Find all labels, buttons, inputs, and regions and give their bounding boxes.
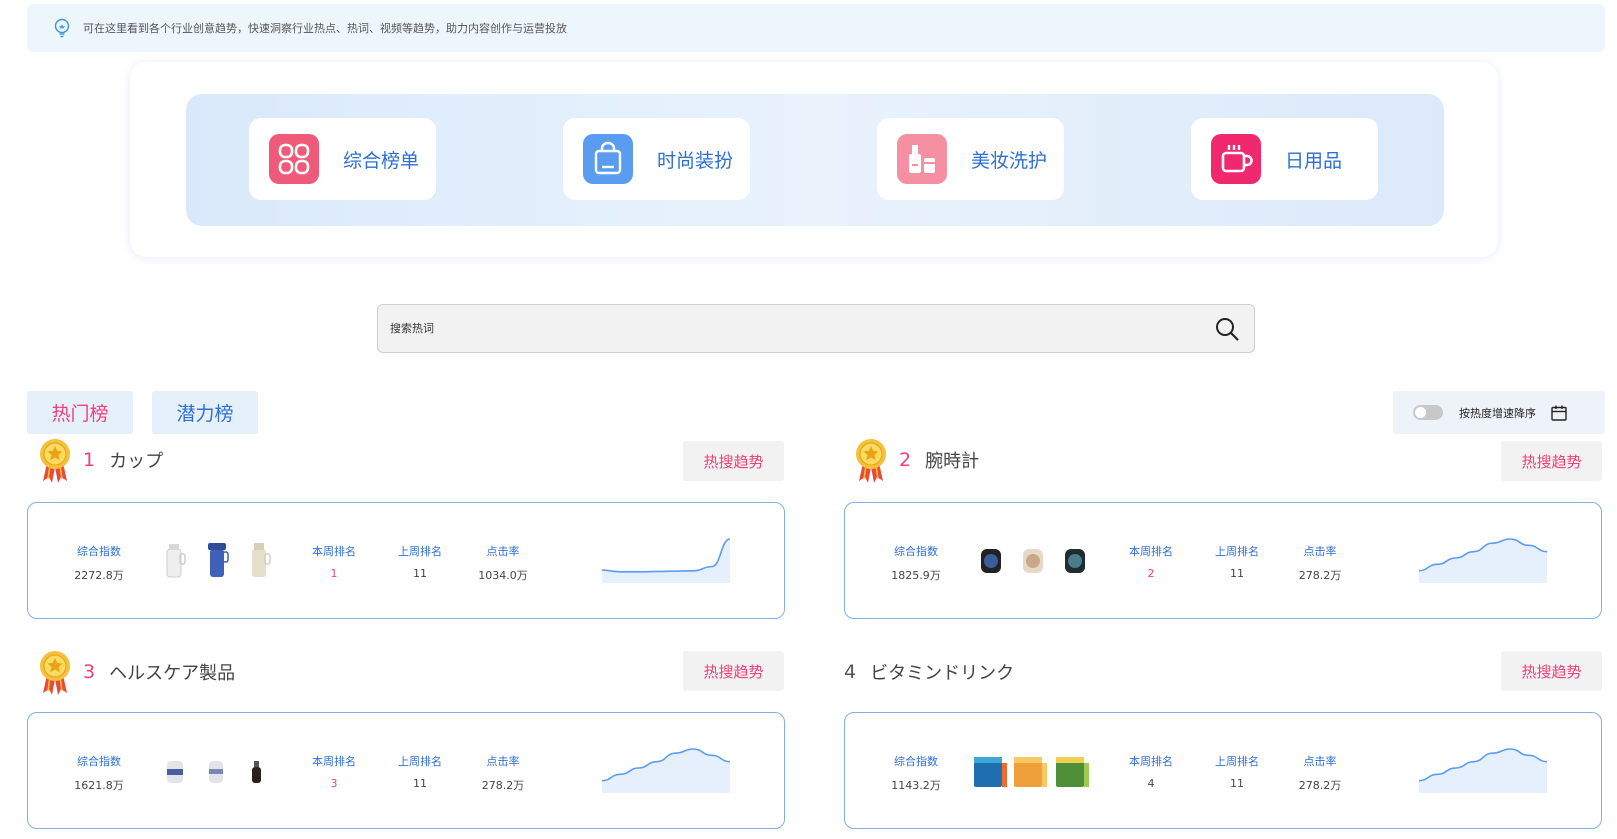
trend-sparkline [1418, 538, 1548, 583]
rank-number: 1 [83, 449, 96, 471]
trend-button[interactable]: 热搜趋势 [1501, 651, 1602, 691]
search-bar [377, 304, 1255, 353]
keyword[interactable]: ヘルスケア製品 [109, 659, 235, 685]
trend-button[interactable]: 热搜趋势 [683, 441, 784, 481]
trend-button[interactable]: 热搜趋势 [1501, 441, 1602, 481]
rank-item-header: 3 ヘルスケア製品 [37, 649, 235, 695]
cosmetics-icon [897, 134, 947, 184]
stat-last-week: 上周排名 11 [1215, 545, 1259, 580]
product-thumbnails [163, 749, 283, 793]
stat-last-week: 上周排名 11 [398, 755, 442, 790]
stat-last-week: 上周排名 11 [1215, 755, 1259, 790]
stat-this-week: 本周排名 4 [1129, 755, 1173, 790]
category-label: 综合榜单 [343, 149, 420, 172]
rank-number: 3 [83, 661, 96, 683]
product-thumbnails [972, 749, 1102, 793]
stat-index: 综合指数 1143.2万 [891, 755, 941, 792]
rank-number: 4 [844, 661, 857, 683]
category-strip: 综合榜单 时尚装扮 美妆洗护 日用品 [186, 94, 1444, 226]
rank-card[interactable]: 综合指数 1825.9万 本周排名 2 上周排名 11 点击率 278.2万 [844, 502, 1602, 619]
product-image [981, 549, 1085, 573]
cup-icon [1211, 134, 1261, 184]
category-card-comprehensive[interactable]: 综合榜单 [249, 118, 436, 200]
category-card-fashion[interactable]: 时尚装扮 [563, 118, 750, 200]
medal-icon [39, 650, 71, 695]
grid-icon [269, 134, 319, 184]
category-label: 时尚装扮 [657, 149, 734, 172]
trend-button[interactable]: 热搜趋势 [683, 651, 784, 691]
stat-this-week: 本周排名 3 [312, 755, 356, 790]
search-icon[interactable] [1214, 316, 1240, 342]
notice-bar: 可在这里看到各个行业创意趋势，快速洞察行业热点、热词、视频等趋势，助力内容创作与… [27, 4, 1605, 52]
stat-index: 综合指数 1825.9万 [891, 545, 941, 582]
search-input[interactable] [378, 322, 1214, 335]
rank-item-header: 1 カップ [37, 437, 163, 483]
lightbulb-icon [54, 18, 70, 38]
keyword[interactable]: ビタミンドリンク [870, 659, 1014, 685]
rank-number: 2 [899, 449, 912, 471]
stat-ctr: 点击率 278.2万 [1298, 545, 1342, 582]
trend-sparkline [1418, 748, 1548, 793]
tab-potential-list[interactable]: 潜力榜 [152, 391, 258, 434]
sort-bar: 按热度增速降序 [1393, 391, 1605, 434]
stat-index: 综合指数 2272.8万 [74, 545, 124, 582]
notice-text: 可在这里看到各个行业创意趋势，快速洞察行业热点、热词、视频等趋势，助力内容创作与… [83, 22, 567, 35]
category-panel: 综合榜单 时尚装扮 美妆洗护 日用品 [130, 62, 1498, 257]
stat-ctr: 点击率 278.2万 [1298, 755, 1342, 792]
trend-sparkline [601, 748, 731, 793]
sort-toggle[interactable] [1413, 405, 1443, 420]
category-card-beauty[interactable]: 美妆洗护 [877, 118, 1064, 200]
keyword[interactable]: カップ [109, 447, 163, 473]
calendar-icon[interactable] [1550, 404, 1568, 422]
category-label: 美妆洗护 [971, 149, 1048, 172]
rank-card[interactable]: 综合指数 2272.8万 本周排名 1 上周排名 11 点击率 1034.0万 [27, 502, 785, 619]
stat-this-week: 本周排名 1 [312, 545, 356, 580]
product-image [974, 757, 1089, 787]
sparkline-area [602, 539, 730, 583]
product-thumbnails [163, 539, 293, 583]
tab-hot-list[interactable]: 热门榜 [27, 391, 133, 434]
rank-item-header: 4 ビタミンドリンク [844, 649, 1014, 695]
stat-ctr: 点击率 1034.0万 [478, 545, 528, 582]
category-card-daily[interactable]: 日用品 [1191, 118, 1378, 200]
medal-icon [39, 438, 71, 483]
sort-label: 按热度增速降序 [1459, 406, 1536, 420]
stat-ctr: 点击率 278.2万 [481, 755, 525, 792]
shopping-bag-icon [583, 134, 633, 184]
category-label: 日用品 [1285, 149, 1343, 172]
product-thumbnails [975, 539, 1095, 583]
trend-sparkline [601, 538, 731, 583]
stat-this-week: 本周排名 2 [1129, 545, 1173, 580]
stat-last-week: 上周排名 11 [398, 545, 442, 580]
product-image [166, 543, 271, 578]
rank-card[interactable]: 综合指数 1143.2万 本周排名 4 上周排名 11 点击率 278.2万 [844, 712, 1602, 829]
rank-item-header: 2 腕時計 [853, 437, 979, 483]
medal-icon [855, 438, 887, 483]
product-image [167, 761, 261, 783]
sparkline-line [601, 538, 731, 573]
stat-index: 综合指数 1621.8万 [74, 755, 124, 792]
rank-card[interactable]: 综合指数 1621.8万 本周排名 3 上周排名 11 点击率 278.2万 [27, 712, 785, 829]
keyword[interactable]: 腕時計 [925, 447, 979, 473]
